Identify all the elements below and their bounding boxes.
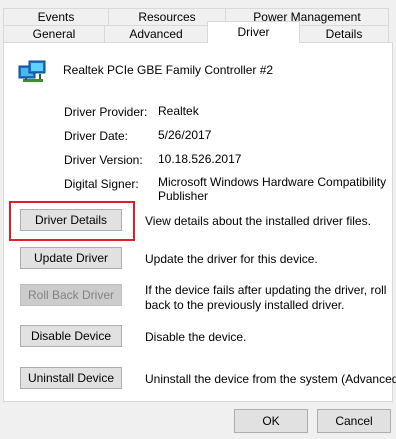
driver-date-label: Driver Date:	[64, 129, 129, 143]
driver-details-description: View details about the installed driver …	[145, 214, 371, 228]
cancel-button[interactable]: Cancel	[317, 409, 391, 433]
update-driver-button[interactable]: Update Driver	[20, 247, 122, 269]
disable-device-description: Disable the device.	[145, 330, 247, 344]
driver-version-label: Driver Version:	[64, 153, 143, 167]
roll-back-driver-button[interactable]: Roll Back Driver	[20, 284, 122, 306]
digital-signer-value-line2: Publisher	[158, 189, 209, 203]
tab-general[interactable]: General	[3, 25, 105, 43]
digital-signer-label: Digital Signer:	[64, 177, 139, 191]
update-driver-description: Update the driver for this device.	[145, 252, 318, 266]
tab-advanced[interactable]: Advanced	[104, 25, 208, 43]
driver-date-value: 5/26/2017	[158, 128, 212, 142]
tab-driver[interactable]: Driver	[207, 21, 300, 43]
driver-details-button[interactable]: Driver Details	[20, 209, 122, 231]
roll-back-driver-description: If the device fails after updating the d…	[145, 283, 387, 297]
uninstall-device-button[interactable]: Uninstall Device	[20, 367, 122, 389]
ok-button[interactable]: OK	[234, 409, 308, 433]
tab-events[interactable]: Events	[3, 8, 109, 26]
roll-back-driver-description-line2: back to the previously installed driver.	[145, 298, 345, 312]
driver-provider-label: Driver Provider:	[64, 105, 148, 119]
network-adapter-icon	[18, 58, 48, 84]
device-name: Realtek PCIe GBE Family Controller #2	[63, 63, 274, 77]
digital-signer-value: Microsoft Windows Hardware Compatibility	[158, 175, 387, 189]
driver-provider-value: Realtek	[158, 104, 199, 118]
uninstall-device-description: Uninstall the device from the system (Ad…	[145, 372, 396, 386]
device-properties-dialog: Events Resources Power Management Genera…	[0, 0, 396, 439]
disable-device-button[interactable]: Disable Device	[20, 325, 122, 347]
tab-details[interactable]: Details	[299, 25, 389, 43]
driver-version-value: 10.18.526.2017	[158, 152, 242, 166]
